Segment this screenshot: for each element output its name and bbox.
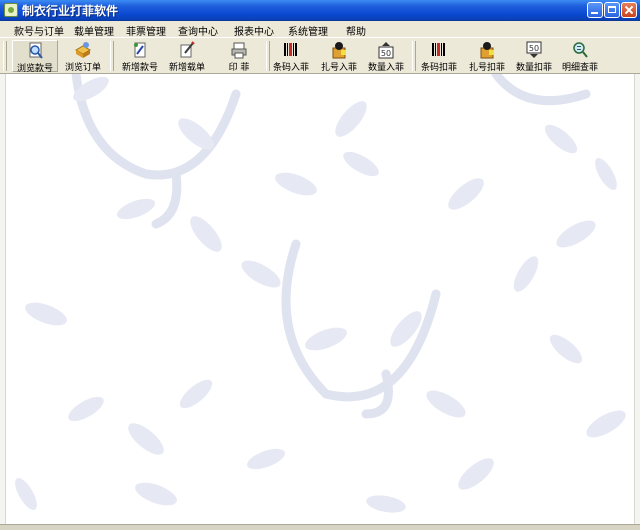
leaf-watermark-background (15, 74, 626, 513)
title-bar[interactable]: 制衣行业打菲软件 (0, 0, 640, 21)
maximize-button[interactable] (604, 2, 620, 18)
app-window: 制衣行业打菲软件 款号与订单 载单管理 菲票管理 查询中心 报表中心 系统管理 … (0, 0, 640, 530)
mdi-client-area[interactable] (6, 74, 634, 524)
window-title: 制衣行业打菲软件 (22, 4, 119, 18)
new-style-button[interactable]: 新增款号 (117, 40, 163, 73)
new-cut-order-icon (180, 41, 195, 58)
toolbar: 浏览款号 浏览订单 新增款号 新增载单 印 菲 条码入菲 扎号入菲 50 数量入… (0, 37, 640, 74)
barcode-in-icon (284, 43, 297, 56)
svg-text:50: 50 (381, 49, 391, 58)
detail-search-icon (573, 42, 588, 58)
toolbar-label: 扎号扣菲 (468, 63, 505, 73)
new-style-icon (134, 42, 146, 58)
browse-order-button[interactable]: 浏览订单 (60, 40, 106, 73)
menu-ticket[interactable]: 菲票管理 (126, 23, 166, 38)
toolbar-label: 印 菲 (228, 63, 250, 73)
svg-text:50: 50 (529, 44, 539, 53)
toolbar-label: 新增款号 (121, 63, 158, 73)
toolbar-label: 数量扣菲 (515, 63, 552, 73)
bundle-in-icon (332, 42, 346, 59)
menu-system[interactable]: 系统管理 (288, 23, 328, 38)
detail-search-button[interactable]: 明细查菲 (557, 40, 603, 73)
bundle-deduct-button[interactable]: 扎号扣菲 (464, 40, 510, 73)
menu-query[interactable]: 查询中心 (178, 23, 218, 38)
close-button[interactable] (621, 2, 637, 18)
barcode-deduct-button[interactable]: 条码扣菲 (416, 40, 462, 73)
quantity-deduct-icon: 50 (526, 41, 542, 58)
menu-cut-order[interactable]: 载单管理 (74, 23, 114, 38)
new-cut-order-button[interactable]: 新增载单 (164, 40, 210, 73)
toolbar-label: 扎号入菲 (320, 63, 357, 73)
toolbar-label: 明细查菲 (561, 63, 598, 73)
menu-bar: 款号与订单 载单管理 菲票管理 查询中心 报表中心 系统管理 帮助 (0, 21, 640, 38)
app-icon[interactable] (4, 3, 18, 17)
quantity-deduct-button[interactable]: 50 数量扣菲 (511, 40, 557, 73)
status-bar (0, 524, 640, 530)
toolbar-label: 浏览款号 (16, 64, 53, 74)
toolbar-label: 条码入菲 (272, 63, 309, 73)
toolbar-label: 新增载单 (168, 63, 205, 73)
right-border (634, 74, 640, 524)
menu-style-order[interactable]: 款号与订单 (14, 23, 64, 38)
menu-report[interactable]: 报表中心 (234, 23, 274, 38)
barcode-deduct-icon (432, 43, 445, 56)
magnifier-document-icon (29, 42, 43, 59)
menu-help[interactable]: 帮助 (346, 23, 366, 38)
toolbar-grip[interactable] (3, 41, 7, 71)
toolbar-label: 条码扣菲 (420, 63, 457, 73)
print-ticket-icon (231, 42, 247, 59)
bundle-deduct-icon (480, 42, 494, 59)
quantity-in-button[interactable]: 50 数量入菲 (363, 40, 409, 73)
quantity-in-icon: 50 (378, 42, 394, 59)
toolbar-separator (110, 41, 114, 71)
order-box-icon (74, 42, 92, 58)
print-ticket-button[interactable]: 印 菲 (216, 40, 262, 73)
toolbar-label: 数量入菲 (367, 63, 404, 73)
toolbar-label: 浏览订单 (64, 63, 101, 73)
minimize-button[interactable] (587, 2, 603, 18)
bundle-in-button[interactable]: 扎号入菲 (316, 40, 362, 73)
barcode-in-button[interactable]: 条码入菲 (268, 40, 314, 73)
browse-style-button[interactable]: 浏览款号 (12, 40, 58, 74)
